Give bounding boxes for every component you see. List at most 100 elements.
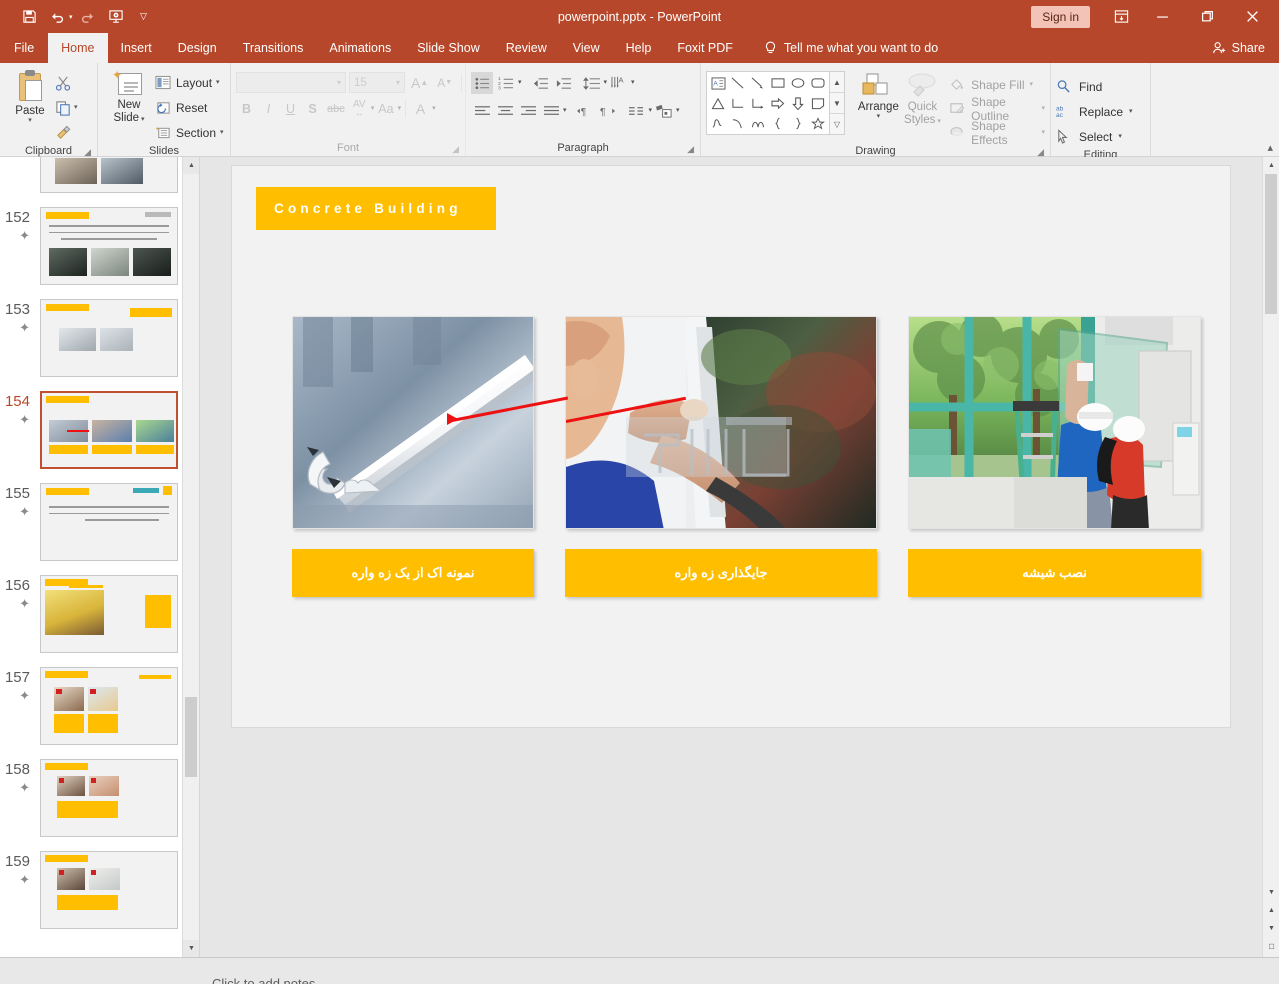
thumbnail-preview[interactable]: [40, 207, 178, 285]
font-size-dropdown-icon[interactable]: ▾: [396, 78, 400, 87]
reset-button[interactable]: Reset: [155, 96, 224, 119]
copy-button[interactable]: ▾: [55, 97, 78, 119]
select-dropdown-icon[interactable]: ▾: [1118, 133, 1122, 141]
thumbnail-scroll-down-icon[interactable]: ▼: [183, 940, 199, 957]
decrease-indent-button[interactable]: [529, 72, 551, 94]
shape-text-box-icon[interactable]: A: [708, 73, 728, 93]
maximize-restore-button[interactable]: [1185, 0, 1230, 33]
glass-installation-image[interactable]: [908, 316, 1201, 529]
notes-pane[interactable]: Click to add notes: [0, 957, 1279, 984]
text-direction-dropdown-icon[interactable]: ▾: [631, 79, 635, 87]
notes-placeholder[interactable]: Click to add notes: [200, 958, 315, 984]
shape-oval-icon[interactable]: [788, 73, 808, 93]
format-painter-button[interactable]: [55, 122, 78, 144]
font-dialog-launcher-icon[interactable]: ◢: [452, 142, 459, 157]
thumbnail-item[interactable]: 156 ✦: [0, 575, 182, 667]
thumbnail-preview[interactable]: [40, 391, 178, 469]
tab-insert[interactable]: Insert: [108, 33, 165, 63]
italic-button[interactable]: I: [258, 98, 279, 119]
slide-editing-area[interactable]: Concrete Building نمونه اک از یک زه واره…: [200, 157, 1262, 957]
align-right-button[interactable]: [517, 100, 539, 122]
thumbnail-pane-scrollbar[interactable]: ▲ ▼: [182, 157, 199, 957]
quick-styles-dropdown-icon[interactable]: ▾: [935, 118, 941, 125]
select-button[interactable]: Select ▾: [1056, 125, 1133, 148]
tell-me-search[interactable]: Tell me what you want to do: [746, 33, 938, 63]
tab-view[interactable]: View: [560, 33, 613, 63]
slide-title[interactable]: Concrete Building: [256, 187, 496, 230]
convert-to-smartart-button[interactable]: [653, 100, 676, 122]
find-button[interactable]: Find: [1056, 75, 1133, 98]
bullets-button[interactable]: [471, 72, 493, 94]
section-dropdown-icon[interactable]: ▾: [220, 129, 224, 137]
arrange-dropdown-icon[interactable]: ▾: [877, 113, 881, 121]
tab-slide-show[interactable]: Slide Show: [404, 33, 493, 63]
shape-elbow-connector-icon[interactable]: [728, 93, 748, 113]
tab-transitions[interactable]: Transitions: [230, 33, 317, 63]
thumbnail-item[interactable]: 155 ✦: [0, 483, 182, 575]
shape-fill-dropdown-icon[interactable]: ▾: [1030, 81, 1034, 89]
increase-font-size-button[interactable]: A ▲: [408, 72, 431, 93]
scroll-up-icon[interactable]: ▲: [1263, 157, 1279, 174]
shape-arrow-icon[interactable]: [748, 73, 768, 93]
shape-down-arrow-icon[interactable]: [788, 93, 808, 113]
shapes-gallery-scrollbar[interactable]: ▲ ▼ ▽: [830, 71, 845, 135]
caption-2[interactable]: جایگذاری زه واره: [565, 549, 877, 597]
shape-right-brace-icon[interactable]: [788, 113, 808, 133]
align-left-button[interactable]: [471, 100, 493, 122]
change-case-button[interactable]: Aa: [375, 98, 396, 119]
shapes-scroll-up-icon[interactable]: ▲: [830, 72, 844, 93]
new-slide-dropdown-icon[interactable]: ▾: [139, 116, 145, 123]
font-color-dropdown-icon[interactable]: ▾: [432, 105, 436, 113]
thumbnail-preview[interactable]: [40, 575, 178, 653]
shape-rectangle-icon[interactable]: [768, 73, 788, 93]
tab-foxit-pdf[interactable]: Foxit PDF: [664, 33, 746, 63]
shape-scribble-icon[interactable]: [708, 113, 728, 133]
increase-indent-button[interactable]: [552, 72, 574, 94]
tab-help[interactable]: Help: [613, 33, 665, 63]
shapes-scroll-down-icon[interactable]: ▼: [830, 93, 844, 114]
thumbnail-scrollbar-thumb[interactable]: [185, 697, 197, 777]
section-button[interactable]: ✦ Section ▾: [155, 121, 224, 144]
decrease-font-size-button[interactable]: A ▼: [434, 72, 455, 93]
quick-styles-button[interactable]: Quick Styles ▾: [902, 71, 943, 127]
shape-star-icon[interactable]: [808, 113, 828, 133]
arrange-button[interactable]: Arrange ▾: [855, 71, 902, 121]
thumbnail-scroll-up-icon[interactable]: ▲: [183, 157, 199, 174]
shape-curve-down-icon[interactable]: [728, 113, 748, 133]
shape-fill-button[interactable]: Shape Fill ▾: [949, 74, 1045, 96]
replace-button[interactable]: ab ac Replace ▾: [1056, 100, 1133, 123]
character-spacing-dropdown-icon[interactable]: ▾: [371, 105, 375, 113]
shape-elbow-arrow-connector-icon[interactable]: [748, 93, 768, 113]
new-slide-button[interactable]: ✦ New Slide ▾: [103, 68, 155, 125]
thumbnail-item[interactable]: 158 ✦: [0, 759, 182, 851]
customize-quick-access-toolbar-icon[interactable]: ▽: [131, 5, 157, 29]
caption-3[interactable]: نصب شیشه: [908, 549, 1201, 597]
tab-home[interactable]: Home: [48, 33, 108, 63]
layout-button[interactable]: Layout ▾: [155, 71, 224, 94]
sign-in-button[interactable]: Sign in: [1031, 5, 1090, 28]
close-button[interactable]: [1230, 0, 1275, 33]
scrollbar-thumb[interactable]: [1265, 174, 1277, 314]
font-name-input[interactable]: ▾: [236, 72, 346, 93]
paste-dropdown-icon[interactable]: ▾: [28, 117, 32, 125]
paste-button[interactable]: Paste ▾: [5, 68, 55, 125]
thumbnail-item[interactable]: 152 ✦: [0, 207, 182, 299]
minimize-button[interactable]: [1140, 0, 1185, 33]
thumbnail-item[interactable]: 153 ✦: [0, 299, 182, 391]
rtl-text-direction-button[interactable]: ¶: [597, 100, 619, 122]
installing-glazing-bead-image[interactable]: [565, 316, 877, 529]
thumbnail-preview[interactable]: [40, 157, 178, 193]
slide-canvas[interactable]: Concrete Building نمونه اک از یک زه واره…: [231, 165, 1231, 728]
strikethrough-button[interactable]: abc: [324, 98, 348, 119]
thumbnail-preview[interactable]: [40, 299, 178, 377]
thumbnail-item[interactable]: 159 ✦: [0, 851, 182, 943]
line-spacing-dropdown-icon[interactable]: ▾: [604, 79, 608, 87]
layout-dropdown-icon[interactable]: ▾: [216, 79, 220, 87]
character-spacing-button[interactable]: AV ↔: [349, 98, 370, 119]
font-color-button[interactable]: A: [410, 98, 431, 119]
previous-slide-icon[interactable]: ▲: [1263, 902, 1279, 919]
copy-dropdown-icon[interactable]: ▾: [74, 104, 78, 112]
shape-effects-button[interactable]: Shape Effects ▾: [949, 119, 1045, 147]
text-shadow-button[interactable]: S: [302, 98, 323, 119]
tab-file[interactable]: File: [0, 33, 48, 63]
